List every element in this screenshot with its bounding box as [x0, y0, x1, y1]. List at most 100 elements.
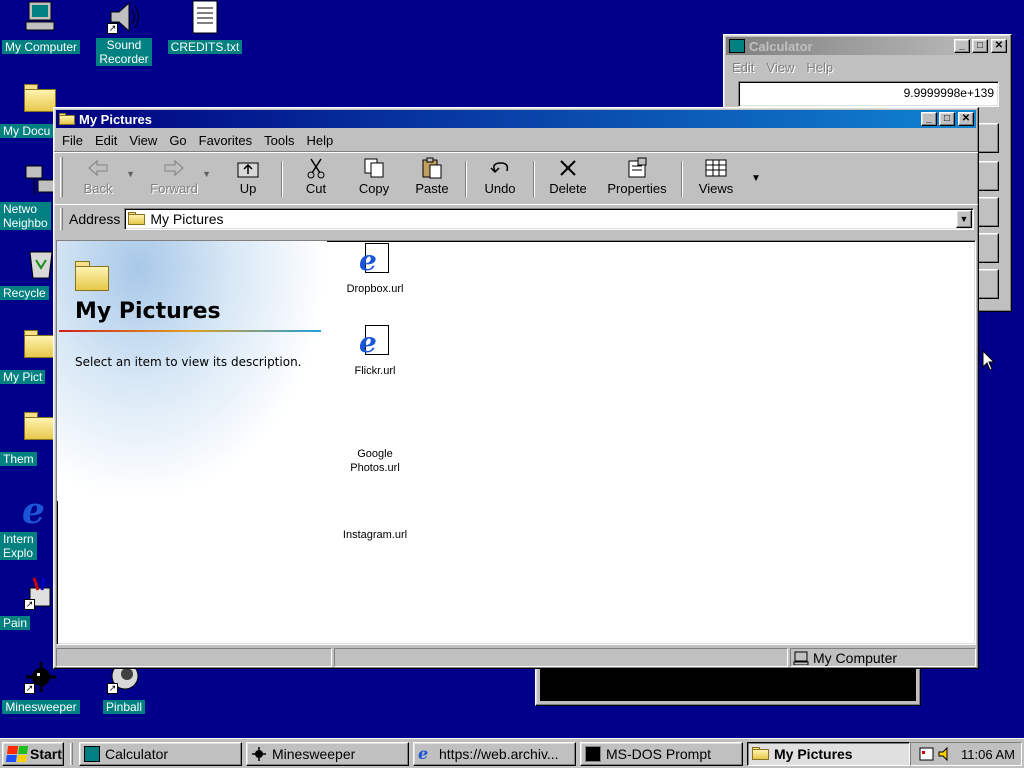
msdos-console[interactable] — [540, 669, 916, 701]
close-button[interactable]: ✕ — [991, 39, 1007, 53]
file-name: Google Photos.url — [350, 448, 400, 474]
menu-help[interactable]: Help — [306, 133, 333, 148]
menu-tools[interactable]: Tools — [264, 133, 294, 148]
shortcut-arrow-icon: ↗ — [107, 23, 118, 34]
blank-file-icon — [327, 407, 423, 447]
forward-label: Forward — [150, 181, 198, 196]
forward-button[interactable]: Forward ▼ — [145, 157, 211, 201]
copy-button[interactable]: Copy — [345, 157, 403, 201]
volume-icon[interactable] — [937, 746, 953, 762]
toolbar-grip[interactable] — [60, 157, 63, 197]
desktop-icon-label: My Computer — [1, 40, 81, 54]
views-button[interactable]: Views — [687, 157, 745, 201]
desktop-icon-sound-recorder[interactable]: ↗ Sound Recorder — [83, 0, 165, 66]
paste-icon — [420, 157, 444, 179]
maximize-button[interactable]: □ — [972, 39, 988, 53]
desktop-icon-label: Pinball — [102, 700, 146, 714]
undo-icon — [488, 157, 512, 179]
mouse-cursor-icon — [982, 350, 996, 371]
desktop-icon-label: Recycle — [0, 286, 49, 300]
folder-icon — [75, 261, 109, 291]
menu-edit[interactable]: Edit — [95, 133, 117, 148]
undo-label: Undo — [484, 181, 516, 196]
views-dropdown-arrow-icon[interactable]: ▼ — [751, 173, 761, 184]
toolbar-separator — [681, 161, 683, 197]
address-field[interactable]: My Pictures ▼ — [124, 207, 974, 230]
menu-help[interactable]: Help — [806, 60, 833, 75]
menu-view[interactable]: View — [129, 133, 157, 148]
copy-icon — [362, 157, 386, 179]
explorer-titlebar[interactable]: My Pictures _ □ ✕ — [56, 110, 976, 128]
address-grip[interactable] — [60, 207, 63, 230]
menu-view[interactable]: View — [766, 60, 794, 75]
internet-explorer-icon: e — [418, 743, 429, 763]
dropdown-arrow-icon[interactable]: ▼ — [202, 169, 211, 179]
taskbar-item-calculator[interactable]: Calculator — [79, 741, 242, 766]
taskbar-item-label: Calculator — [105, 745, 169, 762]
delete-x-icon — [556, 157, 580, 179]
paste-button[interactable]: Paste — [403, 157, 461, 201]
cut-label: Cut — [305, 181, 327, 196]
undo-button[interactable]: Undo — [471, 157, 529, 201]
desktop-icon-label: Netwo Neighbo — [0, 202, 51, 230]
address-label: Address — [69, 210, 121, 227]
delete-label: Delete — [549, 181, 587, 196]
taskbar-grip[interactable] — [70, 742, 73, 765]
computer-icon — [24, 0, 58, 34]
minimize-button[interactable]: _ — [954, 39, 970, 53]
menu-favorites[interactable]: Favorites — [199, 133, 252, 148]
up-label: Up — [239, 181, 257, 196]
file-item-flickr[interactable]: e Flickr.url — [327, 325, 423, 377]
content-pane[interactable]: My Pictures Select an item to view its d… — [56, 240, 976, 645]
text-file-icon — [188, 0, 222, 34]
desktop-icon-label: Pain — [0, 616, 31, 630]
back-arrow-icon — [86, 157, 110, 179]
back-label: Back — [83, 181, 113, 196]
desktop-icon-my-computer[interactable]: My Computer — [0, 0, 82, 54]
calculator-menubar: Edit View Help — [724, 57, 1011, 77]
start-label: Start — [30, 745, 62, 762]
desktop-icon-label: CREDITS.txt — [167, 40, 243, 54]
delete-button[interactable]: Delete — [539, 157, 597, 201]
up-button[interactable]: Up — [219, 157, 277, 201]
clock[interactable]: 11:06 AM — [961, 747, 1015, 762]
shortcut-arrow-icon: ↗ — [24, 599, 35, 610]
webview-heading: My Pictures — [75, 299, 221, 324]
taskbar-item-msdos[interactable]: MS-DOS Prompt — [580, 741, 743, 766]
calculator-titlebar[interactable]: Calculator _ □ ✕ — [726, 37, 1009, 55]
close-button[interactable]: ✕ — [958, 112, 974, 126]
webview-divider — [59, 330, 321, 332]
file-item-instagram[interactable]: Instagram.url — [327, 489, 423, 541]
explorer-window[interactable]: My Pictures _ □ ✕ File Edit View Go Favo… — [53, 107, 979, 669]
cut-button[interactable]: Cut — [287, 157, 345, 201]
explorer-toolbar: Back ▼ Forward ▼ Up Cut Copy Paste Undo — [54, 152, 978, 204]
properties-button[interactable]: Properties — [597, 157, 677, 201]
desktop-icon-label: My Docu — [0, 124, 54, 138]
dropdown-arrow-icon[interactable]: ▼ — [126, 169, 135, 179]
menu-edit[interactable]: Edit — [732, 60, 754, 75]
shortcut-arrow-icon: ↗ — [24, 683, 35, 694]
toolbar-separator — [465, 161, 467, 197]
taskbar: Start Calculator Minesweeper e https://w… — [0, 738, 1024, 768]
minimize-button[interactable]: _ — [921, 112, 937, 126]
desktop-icon-credits[interactable]: CREDITS.txt — [164, 0, 246, 54]
menu-go[interactable]: Go — [169, 133, 186, 148]
explorer-title: My Pictures — [79, 111, 152, 127]
address-dropdown-button[interactable]: ▼ — [956, 209, 972, 228]
paste-label: Paste — [415, 181, 449, 196]
desktop-icon-label: Sound Recorder — [96, 38, 152, 66]
taskbar-item-minesweeper[interactable]: Minesweeper — [246, 741, 409, 766]
menu-file[interactable]: File — [62, 133, 83, 148]
file-item-google-photos[interactable]: Google Photos.url — [327, 407, 423, 475]
tray-scheduler-icon[interactable] — [919, 746, 935, 762]
views-label: Views — [698, 181, 734, 196]
taskbar-item-my-pictures[interactable]: My Pictures — [747, 741, 910, 766]
start-button[interactable]: Start — [2, 741, 64, 766]
maximize-button[interactable]: □ — [939, 112, 955, 126]
taskbar-item-browser[interactable]: e https://web.archiv... — [413, 741, 576, 766]
back-button[interactable]: Back ▼ — [69, 157, 135, 201]
file-item-dropbox[interactable]: e Dropbox.url — [327, 243, 423, 295]
folder-icon — [128, 211, 146, 226]
status-panel-middle — [334, 648, 788, 667]
up-folder-icon — [236, 157, 260, 179]
